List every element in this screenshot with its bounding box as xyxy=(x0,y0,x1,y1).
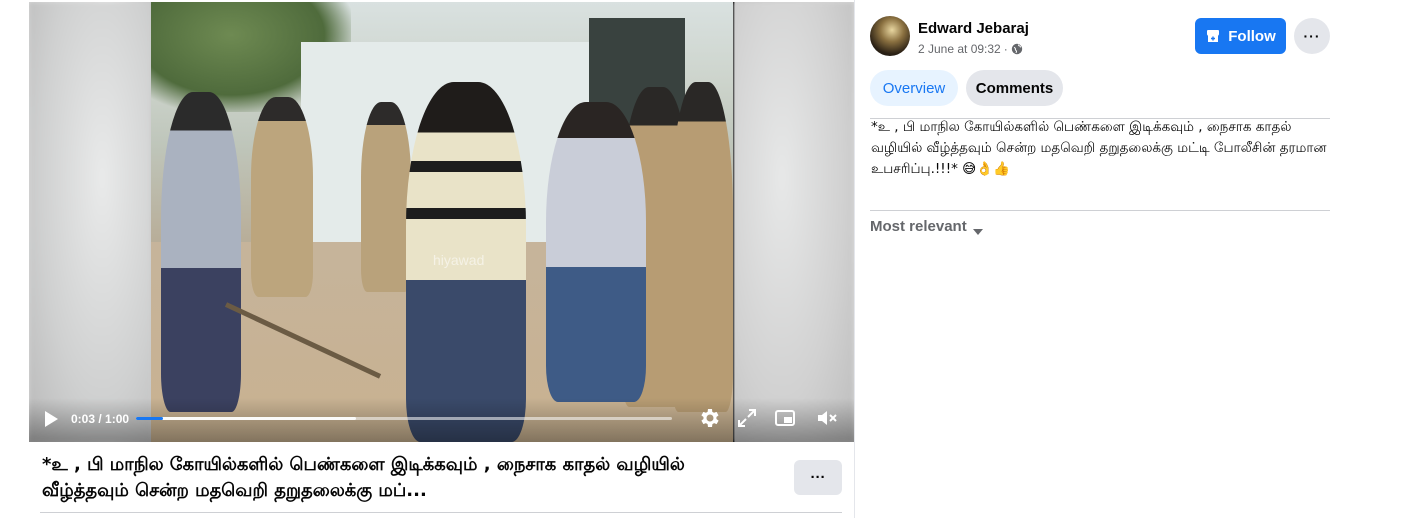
tab-comments[interactable]: Comments xyxy=(966,70,1063,106)
tab-overview[interactable]: Overview xyxy=(870,70,958,106)
scene-person xyxy=(161,92,241,412)
video-watermark: hiyawad xyxy=(433,252,485,268)
video-blur-left xyxy=(29,2,151,442)
video-player[interactable]: hiyawad 0:03 / 1:00 xyxy=(29,2,854,442)
video-buffered-bar xyxy=(136,417,356,420)
post-author[interactable]: Edward Jebaraj xyxy=(918,20,1029,37)
section-divider xyxy=(870,210,1330,211)
video-time: 0:03 / 1:00 xyxy=(71,412,130,426)
post-meta: 2 June at 09:32 · xyxy=(918,42,1023,56)
post-date[interactable]: 2 June at 09:32 xyxy=(918,42,1001,56)
video-played-bar xyxy=(136,417,163,420)
panel-divider xyxy=(854,0,855,518)
post-text: *உ , பி மாநில கோயில்களில் பெண்களை இடிக்க… xyxy=(871,119,1327,177)
video-progress-bar[interactable] xyxy=(136,417,672,420)
video-controls: 0:03 / 1:00 xyxy=(29,398,854,442)
scene-person xyxy=(251,97,313,297)
scene-person xyxy=(671,82,733,412)
follow-page-icon xyxy=(1205,28,1221,44)
picture-in-picture-icon[interactable] xyxy=(773,406,797,430)
follow-button[interactable]: Follow xyxy=(1195,18,1286,54)
scene-person xyxy=(546,102,646,402)
caption-divider xyxy=(40,512,842,513)
settings-gear-icon[interactable] xyxy=(697,406,721,430)
avatar[interactable] xyxy=(870,16,910,56)
comment-sort-dropdown[interactable]: Most relevant xyxy=(870,218,983,235)
video-blur-right xyxy=(734,2,854,442)
globe-icon xyxy=(1011,43,1023,55)
play-icon[interactable] xyxy=(43,410,59,428)
volume-muted-icon[interactable] xyxy=(815,406,839,430)
caption-more-button[interactable]: ··· xyxy=(794,460,842,495)
meta-separator: · xyxy=(1003,42,1008,56)
scene-person xyxy=(361,102,411,292)
comment-sort-label: Most relevant xyxy=(870,218,967,235)
fullscreen-expand-icon[interactable] xyxy=(735,406,759,430)
post-menu-button[interactable]: ··· xyxy=(1294,18,1330,54)
video-scene: hiyawad xyxy=(151,2,733,442)
chevron-down-icon xyxy=(972,223,983,235)
video-caption: *உ , பி மாநில கோயில்களில் பெண்களை இடிக்க… xyxy=(42,454,685,501)
follow-button-label: Follow xyxy=(1228,27,1276,45)
